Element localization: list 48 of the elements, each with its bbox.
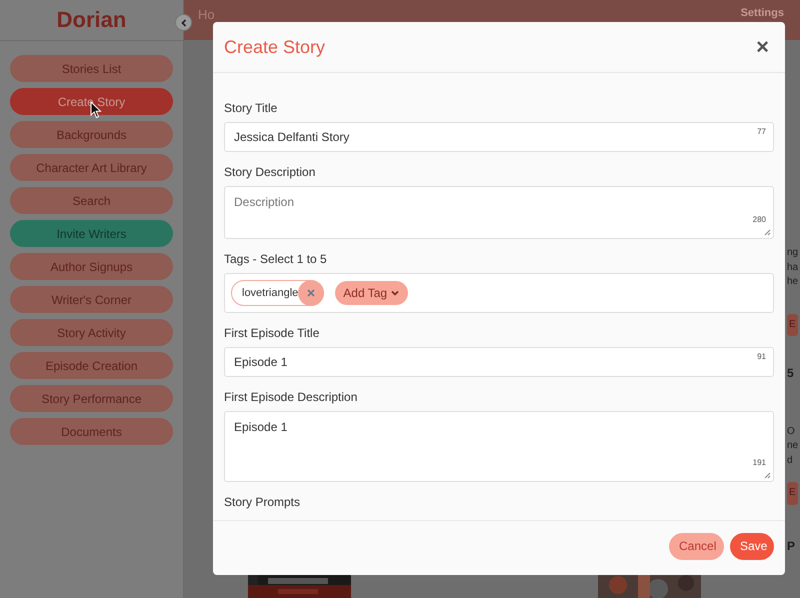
chevron-down-icon	[390, 288, 400, 298]
remove-tag-button[interactable]	[298, 280, 324, 306]
background-text: P	[787, 538, 796, 553]
nav-item[interactable]: Create Story	[10, 88, 173, 115]
nav-item[interactable]: Writer's Corner	[10, 286, 173, 313]
field-label: Story Description	[224, 165, 316, 179]
nav-item[interactable]: Episode Creation	[10, 352, 173, 379]
text-input[interactable]: Jessica Delfanti Story 77	[224, 122, 774, 152]
resize-grip-icon	[763, 471, 771, 479]
text-input[interactable]: Episode 1 91	[224, 347, 774, 377]
character-counter: 280	[752, 215, 766, 224]
text-area[interactable]: Description 280	[224, 186, 774, 239]
background-text: O	[787, 424, 795, 438]
nav-item[interactable]: Character Art Library	[10, 154, 173, 181]
dialog-title: Create Story	[224, 36, 326, 58]
tag-selector[interactable]: lovetriangle Add Tag	[224, 273, 774, 313]
nav-item[interactable]: Invite Writers	[10, 220, 173, 247]
settings-menu[interactable]: Settings	[740, 7, 784, 19]
chevron-left-icon	[178, 18, 188, 28]
cancel-button[interactable]: Cancel	[669, 532, 724, 560]
nav-item[interactable]: Backgrounds	[10, 121, 173, 148]
nav-item[interactable]: Search	[10, 187, 173, 214]
close-icon	[306, 288, 316, 298]
background-text: 5	[787, 366, 794, 380]
nav-item[interactable]: Story Performance	[10, 385, 173, 412]
field-label: First Episode Title	[224, 326, 320, 340]
background-text: d	[787, 454, 793, 468]
background-text: ne	[787, 439, 798, 453]
character-counter: 91	[757, 352, 766, 361]
nav-item[interactable]: Documents	[10, 418, 173, 445]
nav-item[interactable]: Story Activity	[10, 319, 173, 346]
background-text: ng	[787, 246, 798, 260]
field-label: First Episode Description	[224, 390, 358, 404]
nav-item[interactable]: Stories List	[10, 55, 173, 82]
nav-item[interactable]: Author Signups	[10, 253, 173, 280]
field-label: Story Title	[224, 101, 278, 115]
close-button[interactable]: ×	[752, 36, 773, 58]
background-text: ha	[787, 260, 798, 274]
text-area[interactable]: Episode 1 191	[224, 411, 774, 482]
character-counter: 77	[757, 127, 766, 136]
add-tag-button[interactable]: Add Tag	[335, 281, 408, 305]
tag-label: lovetriangle	[242, 287, 298, 299]
character-counter: 191	[752, 458, 766, 467]
resize-grip-icon	[763, 228, 771, 236]
save-button[interactable]: Save	[730, 532, 774, 560]
field-label: Tags - Select 1 to 5	[224, 252, 328, 266]
field-label: Story Prompts	[224, 495, 302, 509]
background-text: he	[787, 275, 798, 289]
